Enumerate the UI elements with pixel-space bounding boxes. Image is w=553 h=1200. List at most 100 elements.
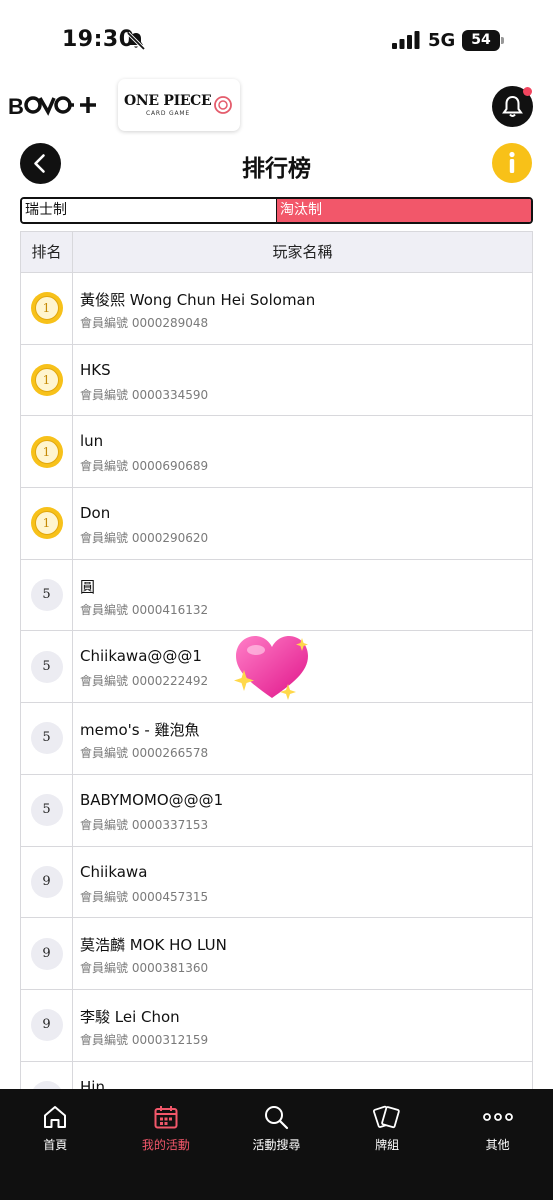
table-row[interactable]: 5 圓會員編號 0000416132 <box>21 559 532 632</box>
silent-bell-icon <box>126 31 146 55</box>
rank-badge: 9 <box>30 865 63 898</box>
nav-more-label: 其他 <box>485 1138 510 1152</box>
player-cell: BABYMOMO@@@1 會員編號 0000337153 <box>73 775 532 846</box>
table-row[interactable]: 1 Don 會員編號 0000290620 <box>21 488 532 560</box>
member-number-line: 會員編號 0000266578 <box>80 744 532 761</box>
rank-column-header: 排名 <box>21 232 73 272</box>
member-number-value: 0000289048 <box>131 316 209 330</box>
player-name: Chiikawa <box>80 862 148 881</box>
member-number-label: 會員編號 <box>80 746 129 761</box>
tab-swiss[interactable]: 瑞士制 <box>22 199 277 222</box>
nav-my-events[interactable]: 我的活動 <box>111 1089 222 1200</box>
member-number-line: 會員編號 0000457315 <box>80 888 532 905</box>
member-number-label: 會員編號 <box>80 602 129 617</box>
more-icon <box>442 1102 553 1132</box>
player-name: lun <box>80 432 104 451</box>
bandai-cg-logo: B <box>8 92 100 122</box>
nav-event-search[interactable]: 活動搜尋 <box>221 1089 332 1200</box>
member-number-line: 會員編號 0000312159 <box>80 1031 532 1048</box>
rank-cell: 1 <box>21 416 73 488</box>
player-name: HKS <box>80 360 111 379</box>
rank-number: 1 <box>34 511 59 536</box>
member-number-label: 會員編號 <box>80 316 129 330</box>
table-row[interactable]: 5 memo's - 雞泡魚 會員編號 0000266578 <box>21 703 532 775</box>
cards-icon <box>332 1102 443 1132</box>
rank-badge: 5 <box>30 722 63 755</box>
player-name: 莫浩麟 MOK HO LUN <box>80 936 227 955</box>
member-number-line: 會員編號 0000289048 <box>80 314 532 331</box>
table-row[interactable]: 1 lun 會員編號 0000690689 <box>21 416 532 489</box>
player-name: BABYMOMO@@@1 <box>80 790 224 809</box>
rank-badge: 5 <box>30 794 63 827</box>
home-icon <box>0 1102 111 1132</box>
nav-home-label: 首頁 <box>43 1138 68 1152</box>
member-number-label: 會員編號 <box>80 1032 129 1047</box>
rank-cell: 1 <box>21 344 73 416</box>
rank-cell: 1 <box>21 273 73 344</box>
member-number-line: 會員編號 0000290620 <box>80 529 532 546</box>
circle-mark-icon <box>213 95 233 119</box>
notification-dot <box>523 87 532 96</box>
page-title: 排行榜 <box>242 156 311 182</box>
status-bar: 19:30 5G 54 <box>0 0 553 80</box>
nav-more[interactable]: 其他 <box>442 1089 553 1200</box>
member-number-value: 0000457315 <box>131 889 209 904</box>
nav-home[interactable]: 首頁 <box>0 1089 111 1200</box>
nav-my-events-label: 我的活動 <box>141 1138 190 1152</box>
table-row[interactable]: 9 李駿 Lei Chon 會員編號 0000312159 <box>21 989 532 1062</box>
table-row[interactable]: 1 黃俊熙 Wong Chun Hei Soloman 會員編號 000028904… <box>21 273 532 345</box>
format-tabs: 瑞士制 淘汰制 <box>20 197 533 224</box>
rank-cell: 5 <box>21 559 73 631</box>
nav-event-search-label: 活動搜尋 <box>252 1138 301 1152</box>
member-number-label: 會員編號 <box>80 817 129 832</box>
player-cell: 莫浩麟 MOK HO LUN 會員編號 0000381360 <box>73 918 532 989</box>
gold-medal-icon: 1 <box>30 435 63 468</box>
member-number-value: 0000222492 <box>131 674 209 689</box>
tab-knockout[interactable]: 淘汰制 <box>277 199 531 222</box>
player-cell: Hin <box>73 1062 532 1091</box>
table-row[interactable]: 9 莫浩麟 MOK HO LUN 會員編號 0000381360 <box>21 918 532 990</box>
member-number-label: 會員編號 <box>80 889 129 904</box>
member-number-label: 會員編號 <box>80 459 129 474</box>
notification-button[interactable] <box>492 86 533 127</box>
rank-number: 1 <box>34 296 59 321</box>
rank-number: 1 <box>34 368 59 393</box>
member-number-value: 0000266578 <box>131 746 209 761</box>
member-number-value: 0000416132 <box>131 602 209 617</box>
member-number-label: 會員編號 <box>80 531 129 546</box>
player-name: 圓 <box>80 577 96 596</box>
rank-cell: 9 <box>21 846 73 918</box>
gold-medal-icon: 1 <box>30 507 63 540</box>
member-number-line: 會員編號 0000337153 <box>80 816 532 833</box>
table-row[interactable]: 9 Chiikawa 會員編號 0000457315 <box>21 846 532 919</box>
gold-medal-icon: 1 <box>30 292 63 325</box>
player-cell: 圓會員編號 0000416132 <box>73 560 532 631</box>
table-row[interactable]: 5 BABYMOMO@@@1 會員編號 0000337153 <box>21 774 532 847</box>
one-piece-logo-text: ONE PIECE <box>124 93 212 109</box>
member-number-label: 會員編號 <box>80 387 129 402</box>
search-icon <box>221 1102 332 1132</box>
player-column-header: 玩家名稱 <box>272 243 333 261</box>
player-name: 李駿 Lei Chon <box>80 1007 180 1026</box>
rank-badge: 5 <box>30 579 63 612</box>
player-cell: 李駿 Lei Chon 會員編號 0000312159 <box>73 990 532 1061</box>
member-number-line: 會員編號 0000381360 <box>80 959 532 976</box>
calendar-icon <box>111 1102 222 1132</box>
gold-medal-icon: 1 <box>30 364 63 397</box>
battery-icon: 54 <box>462 30 504 51</box>
svg-text:B: B <box>8 94 24 118</box>
table-row[interactable]: 1 HKS 會員編號 0000334590 <box>21 344 532 417</box>
player-cell: lun 會員編號 0000690689 <box>73 416 532 487</box>
one-piece-card-game-logo: ONE PIECE CARD GAME <box>118 79 240 131</box>
member-number-line: 會員編號 0000416132 <box>80 601 532 618</box>
nav-decks[interactable]: 牌組 <box>332 1089 443 1200</box>
table-row[interactable]: 9Hin <box>21 1061 532 1091</box>
info-button[interactable] <box>492 143 532 183</box>
rank-cell: 5 <box>21 631 73 703</box>
member-number-line: 會員編號 0000690689 <box>80 457 532 474</box>
rank-cell: 1 <box>21 488 73 559</box>
network-type: 5G <box>428 30 456 51</box>
card-game-logo-text: CARD GAME <box>146 110 190 117</box>
rank-cell: 9 <box>21 989 73 1061</box>
member-number-value: 0000312159 <box>131 1032 209 1047</box>
